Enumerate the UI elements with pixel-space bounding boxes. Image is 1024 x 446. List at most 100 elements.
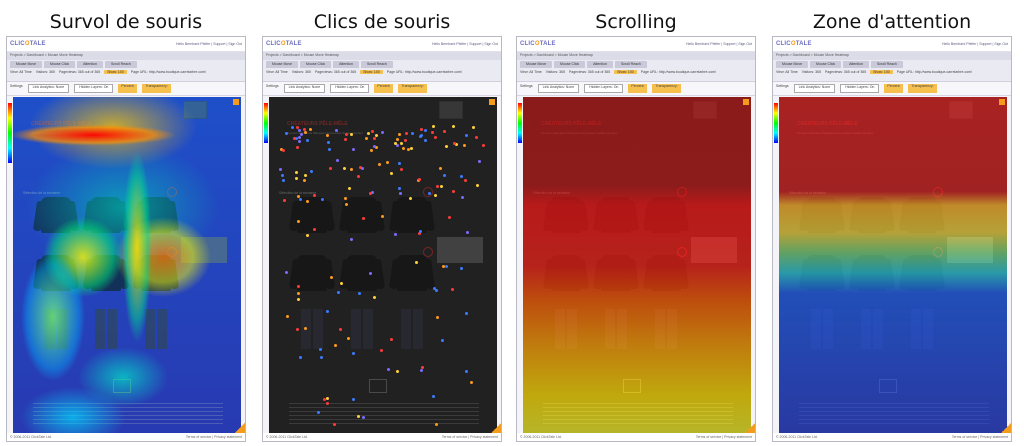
tab-scroll-reach[interactable]: Scroll Reach [104, 61, 137, 68]
click-dot [462, 144, 466, 148]
breadcrumb[interactable]: Projects > Dashboard > Mouse Move Heatma… [263, 52, 501, 60]
click-dot [292, 136, 296, 140]
section-heading: Sélection de la semaine [279, 191, 317, 195]
tab-mouse-move[interactable]: Mouse Move [266, 61, 299, 68]
product-sweater [397, 255, 427, 291]
click-dot [460, 266, 463, 270]
tab-mouse-click[interactable]: Mouse Click [300, 61, 332, 68]
heatmap-tabs: Mouse Move Mouse Click Attention Scroll … [266, 61, 498, 68]
percent-toggle[interactable]: Percent: [374, 84, 394, 93]
link-analytics-select[interactable]: Link Analytics: None [537, 84, 580, 93]
page-title: CRÉATEURS PÊLE-MÊLE [541, 121, 602, 127]
expand-icon[interactable] [489, 99, 495, 105]
click-dot [419, 134, 423, 138]
breadcrumb[interactable]: Projects > Dashboard > Mouse Move Heatma… [7, 52, 245, 60]
click-dot [371, 190, 375, 194]
transparency-control[interactable]: Transparency: [652, 84, 681, 93]
caption-mouse-clicks: Clics de souris [313, 11, 451, 33]
footer-terms-links[interactable]: Terms of service | Privacy statement [186, 435, 242, 439]
hidden-layers-select[interactable]: Hidden Layers: On [74, 84, 114, 93]
click-dot [404, 138, 408, 142]
tab-mouse-click[interactable]: Mouse Click [554, 61, 586, 68]
tab-mouse-move[interactable]: Mouse Move [520, 61, 553, 68]
stat-visitors: Visitors: 365 [545, 70, 565, 74]
show-select[interactable]: Show: 100 [870, 70, 893, 74]
top-links[interactable]: Hello Bernhard Pfeifer | Support | Sign … [432, 42, 498, 46]
percent-toggle[interactable]: Percent: [118, 84, 138, 93]
tab-attention[interactable]: Attention [77, 61, 103, 68]
footer-terms-links[interactable]: Terms of service | Privacy statement [696, 435, 752, 439]
tab-mouse-click[interactable]: Mouse Click [44, 61, 76, 68]
settings-toggle[interactable]: Settings [520, 84, 533, 93]
click-dot [356, 174, 360, 178]
transparency-control[interactable]: Transparency: [908, 84, 937, 93]
product-jacket [601, 197, 631, 233]
click-dot [295, 146, 299, 150]
settings-bar: Settings Link Analytics: None Hidden Lay… [7, 82, 245, 96]
percent-toggle[interactable]: Percent: [628, 84, 648, 93]
clicktale-logo[interactable]: CLICOTALE [266, 41, 302, 47]
settings-toggle[interactable]: Settings [10, 84, 23, 93]
click-dot [310, 170, 314, 174]
product-pants [911, 309, 933, 349]
click-dot [463, 179, 467, 183]
tab-scroll-reach[interactable]: Scroll Reach [870, 61, 903, 68]
click-dot [440, 185, 444, 189]
heatmap-viewport[interactable]: CRÉATEURS PÊLE-MÊLE Accueil Collections … [779, 97, 1007, 435]
settings-bar: Settings Link Analytics: None Hidden Lay… [773, 82, 1011, 96]
link-analytics-select[interactable]: Link Analytics: None [793, 84, 836, 93]
breadcrumb[interactable]: Projects > Dashboard > Mouse Move Heatma… [773, 52, 1011, 60]
link-analytics-select[interactable]: Link Analytics: None [283, 84, 326, 93]
expand-icon[interactable] [999, 99, 1005, 105]
expand-icon[interactable] [743, 99, 749, 105]
tab-mouse-move[interactable]: Mouse Move [10, 61, 43, 68]
screenshot-scroll-reach: CLICOTALE Hello Bernhard Pfeifer | Suppo… [516, 36, 756, 442]
tab-scroll-reach[interactable]: Scroll Reach [360, 61, 393, 68]
footer-terms-links[interactable]: Terms of service | Privacy statement [442, 435, 498, 439]
clicktale-logo[interactable]: CLICOTALE [10, 41, 46, 47]
tab-mouse-move[interactable]: Mouse Move [776, 61, 809, 68]
expand-icon[interactable] [233, 99, 239, 105]
product-sweater [41, 255, 71, 291]
link-analytics-select[interactable]: Link Analytics: None [27, 84, 70, 93]
stat-view[interactable]: View: All Time [776, 70, 798, 74]
clicktale-logo[interactable]: CLICOTALE [776, 41, 812, 47]
top-links[interactable]: Hello Bernhard Pfeifer | Support | Sign … [176, 42, 242, 46]
tab-attention[interactable]: Attention [333, 61, 359, 68]
top-links[interactable]: Hello Bernhard Pfeifer | Support | Sign … [942, 42, 1008, 46]
click-dot [459, 174, 463, 178]
show-select[interactable]: Show: 100 [360, 70, 383, 74]
heatmap-viewport[interactable]: CRÉATEURS PÊLE-MÊLE Accueil Collections … [269, 97, 497, 435]
settings-toggle[interactable]: Settings [266, 84, 279, 93]
product-jacket [41, 197, 71, 233]
heatmap-viewport[interactable]: CRÉATEURS PÊLE-MÊLE Accueil Collections … [13, 97, 241, 435]
stat-view[interactable]: View: All Time [520, 70, 542, 74]
tab-mouse-click[interactable]: Mouse Click [810, 61, 842, 68]
tab-scroll-reach[interactable]: Scroll Reach [614, 61, 647, 68]
stat-view[interactable]: View: All Time [266, 70, 288, 74]
show-select[interactable]: Show: 100 [104, 70, 127, 74]
heatmap-viewport[interactable]: CRÉATEURS PÊLE-MÊLE Accueil Collections … [523, 97, 751, 435]
click-dot [410, 132, 414, 136]
breadcrumb[interactable]: Projects > Dashboard > Mouse Move Heatma… [517, 52, 755, 60]
hidden-layers-select[interactable]: Hidden Layers: On [584, 84, 624, 93]
click-dot [444, 145, 448, 149]
hidden-layers-select[interactable]: Hidden Layers: On [840, 84, 880, 93]
footer-terms-links[interactable]: Terms of service | Privacy statement [952, 435, 1008, 439]
click-dot [454, 143, 458, 147]
click-dot [464, 311, 468, 315]
clicktale-logo[interactable]: CLICOTALE [520, 41, 556, 47]
transparency-control[interactable]: Transparency: [142, 84, 171, 93]
percent-toggle[interactable]: Percent: [884, 84, 904, 93]
settings-toggle[interactable]: Settings [776, 84, 789, 93]
transparency-control[interactable]: Transparency: [398, 84, 427, 93]
tab-attention[interactable]: Attention [843, 61, 869, 68]
color-scale-legend [518, 103, 522, 143]
show-select[interactable]: Show: 100 [614, 70, 637, 74]
brand-logo-footer [623, 379, 641, 393]
click-dot [451, 190, 455, 194]
top-links[interactable]: Hello Bernhard Pfeifer | Support | Sign … [686, 42, 752, 46]
stat-view[interactable]: View: All Time [10, 70, 32, 74]
hidden-layers-select[interactable]: Hidden Layers: On [330, 84, 370, 93]
tab-attention[interactable]: Attention [587, 61, 613, 68]
